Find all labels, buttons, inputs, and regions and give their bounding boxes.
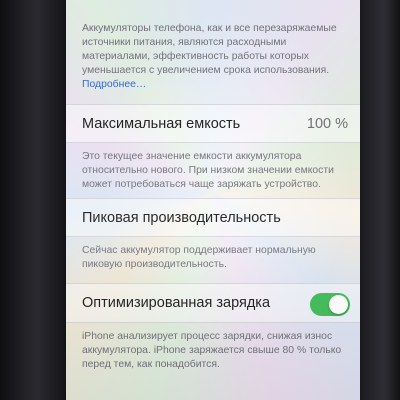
optimized-charging-footnote: iPhone анализирует процесс зарядки, сниж… — [82, 331, 342, 370]
optimized-charging-label: Оптимизированная зарядка — [82, 295, 271, 311]
phone-bezel-right — [360, 0, 400, 400]
max-capacity-value: 100 % — [306, 116, 348, 132]
peak-performance-footnote: Сейчас аккумулятор поддерживает нормальн… — [82, 245, 316, 270]
intro-text: Аккумуляторы телефона, как и все перезар… — [82, 23, 337, 76]
peak-performance-label: Пиковая производительность — [82, 210, 281, 226]
learn-more-link[interactable]: Подробнее… — [82, 79, 146, 90]
phone-bezel-left — [0, 0, 66, 400]
battery-health-screen: Аккумуляторы телефона, как и все перезар… — [66, 0, 360, 400]
optimized-charging-row: Оптимизированная зарядка — [66, 283, 360, 323]
intro-footnote: Аккумуляторы телефона, как и все перезар… — [82, 22, 354, 92]
optimized-charging-toggle[interactable] — [310, 293, 350, 316]
max-capacity-label: Максимальная емкость — [82, 116, 241, 132]
peak-performance-row: Пиковая производительность — [66, 198, 360, 237]
max-capacity-footnote: Это текущее значение емкости аккумулятор… — [82, 151, 334, 190]
max-capacity-row: Максимальная емкость 100 % — [66, 104, 360, 143]
toggle-knob — [329, 295, 348, 314]
